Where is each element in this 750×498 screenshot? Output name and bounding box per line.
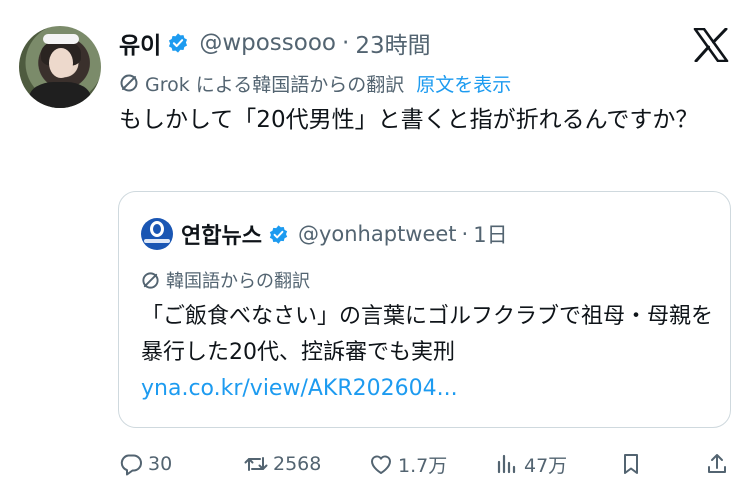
action-bar: 30 2568 1.7万 47万: [118, 449, 730, 479]
translation-label: Grok による韓国語からの翻訳: [145, 73, 405, 96]
views-button[interactable]: 47万: [494, 449, 567, 479]
avatar-face: [49, 48, 73, 78]
avatar-logo-inner: [153, 224, 161, 234]
reply-icon: [120, 454, 142, 476]
translate-icon: [120, 74, 138, 92]
tweet-text: もしかして「20代男性」と書くと指が折れるんですか？: [119, 107, 699, 133]
bookmark-icon: [624, 454, 638, 474]
repost-count: 2568: [273, 453, 322, 475]
quoted-tweet-text: 「ご飯食べなさい」の言葉にゴルフクラブで祖母・母親を暴行した20代、控訴審でも実…: [141, 304, 714, 365]
bookmark-button[interactable]: [618, 449, 648, 479]
quoted-author-handle[interactable]: @yonhaptweet: [298, 222, 457, 246]
separator-dot: ·: [342, 30, 350, 56]
quoted-tweet[interactable]: 연합뉴스 @yonhaptweet · 1日 韓国語からの翻訳 「ご飯食べなさい…: [118, 191, 731, 428]
tweet-timestamp[interactable]: 23時間: [355, 26, 430, 60]
avatar-coat: [29, 82, 91, 108]
x-logo-icon: [693, 28, 729, 62]
verified-badge-icon[interactable]: [167, 32, 189, 54]
share-button[interactable]: [704, 449, 734, 479]
quoted-author-display-name[interactable]: 연합뉴스: [181, 218, 262, 250]
avatar-cap: [43, 34, 79, 44]
views-count: 47万: [524, 454, 568, 477]
quoted-author-avatar[interactable]: [141, 218, 173, 250]
quoted-translation-label: 韓国語からの翻訳: [166, 271, 310, 292]
author-handle[interactable]: @wpossooo: [199, 30, 336, 56]
reply-button[interactable]: 30: [118, 449, 172, 479]
quoted-translation-notice: 韓国語からの翻訳: [141, 268, 310, 292]
like-count: 1.7万: [398, 454, 448, 477]
translate-icon: [142, 271, 159, 289]
tweet-header: 유이 @wpossooo · 23時間: [119, 26, 431, 60]
reply-count: 30: [148, 453, 173, 475]
avatar-logo-text: [144, 239, 170, 243]
author-display-name[interactable]: 유이: [119, 26, 161, 60]
share-icon: [708, 454, 726, 473]
quoted-tweet-header: 연합뉴스 @yonhaptweet · 1日: [141, 218, 508, 250]
repost-button[interactable]: 2568: [243, 449, 321, 479]
verified-badge-icon[interactable]: [268, 224, 289, 245]
like-button[interactable]: 1.7万: [368, 449, 447, 479]
heart-icon: [370, 455, 392, 474]
views-icon: [497, 454, 516, 474]
author-avatar[interactable]: [19, 26, 101, 108]
quoted-tweet-link[interactable]: yna.co.kr/view/AKR202604...: [141, 371, 458, 407]
repost-icon: [244, 457, 268, 471]
quoted-tweet-timestamp[interactable]: 1日: [473, 219, 507, 249]
show-original-link[interactable]: 原文を表示: [416, 70, 511, 97]
translation-notice: Grok による韓国語からの翻訳 原文を表示: [119, 70, 511, 96]
separator-dot: ·: [461, 222, 469, 246]
